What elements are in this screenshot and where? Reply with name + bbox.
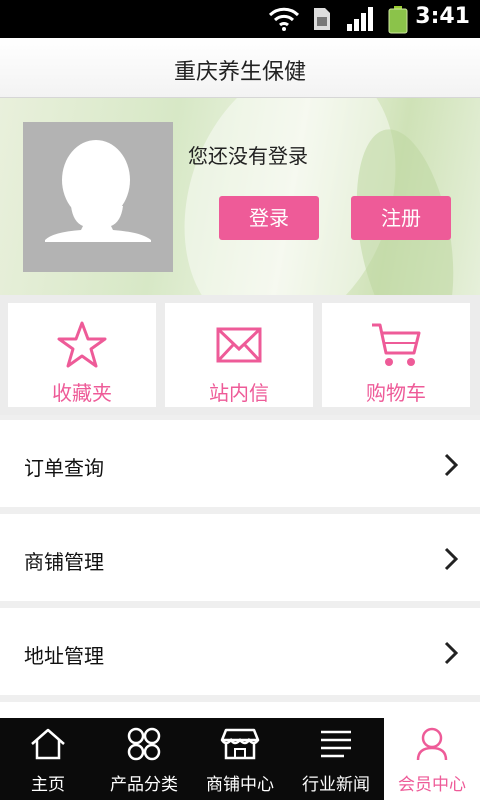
nav-label: 产品分类 <box>110 775 178 795</box>
news-icon <box>321 730 351 758</box>
default-avatar-icon <box>45 140 151 242</box>
tile-cart[interactable]: 购物车 <box>322 303 470 407</box>
grid-icon <box>127 727 161 761</box>
nav-news[interactable]: 行业新闻 <box>288 718 384 800</box>
register-button[interactable]: 注册 <box>351 196 451 240</box>
status-bar: 3:41 <box>0 0 480 38</box>
chevron-right-icon <box>444 453 458 477</box>
quick-actions: 收藏夹 站内信 购物车 <box>0 295 480 415</box>
menu-item-orders[interactable]: 订单查询 <box>0 420 480 507</box>
login-button[interactable]: 登录 <box>219 196 319 240</box>
sim-card-icon <box>314 8 330 30</box>
title-bar: 重庆养生保健 <box>0 38 480 98</box>
menu-item-label: 商铺管理 <box>24 550 104 574</box>
store-icon <box>220 728 260 760</box>
nav-label: 主页 <box>31 775 65 795</box>
nav-label: 行业新闻 <box>302 775 370 795</box>
tile-label: 收藏夹 <box>52 381 112 405</box>
avatar[interactable] <box>23 122 173 272</box>
menu-item-label: 地址管理 <box>24 644 104 668</box>
person-icon <box>416 727 448 761</box>
home-icon <box>31 728 65 760</box>
page-title: 重庆养生保健 <box>173 60 306 85</box>
menu-item-store[interactable]: 商铺管理 <box>0 514 480 601</box>
nav-store-center[interactable]: 商铺中心 <box>192 718 288 800</box>
nav-label: 会员中心 <box>398 775 466 795</box>
bottom-nav: 主页 产品分类 商铺中心 行业新闻 会员中心 <box>0 718 480 800</box>
nav-categories[interactable]: 产品分类 <box>96 718 192 800</box>
nav-member-center[interactable]: 会员中心 <box>384 718 480 800</box>
tile-messages[interactable]: 站内信 <box>165 303 313 407</box>
tile-label: 购物车 <box>366 381 426 405</box>
star-icon <box>57 321 107 368</box>
chevron-right-icon <box>444 641 458 665</box>
envelope-icon <box>216 327 262 363</box>
menu-item-address[interactable]: 地址管理 <box>0 608 480 695</box>
tile-label: 站内信 <box>209 381 269 405</box>
login-status-text: 您还没有登录 <box>188 144 308 168</box>
nav-home[interactable]: 主页 <box>0 718 96 800</box>
nav-label: 商铺中心 <box>206 775 274 795</box>
menu-item-label: 订单查询 <box>24 456 104 480</box>
battery-icon <box>388 6 408 34</box>
chevron-right-icon <box>444 547 458 571</box>
profile-header: 您还没有登录 登录 注册 <box>0 98 480 295</box>
signal-icon <box>347 7 373 31</box>
clock: 3:41 <box>415 4 470 29</box>
wifi-icon <box>268 7 300 31</box>
tile-favorites[interactable]: 收藏夹 <box>8 303 156 407</box>
cart-icon <box>372 323 421 366</box>
